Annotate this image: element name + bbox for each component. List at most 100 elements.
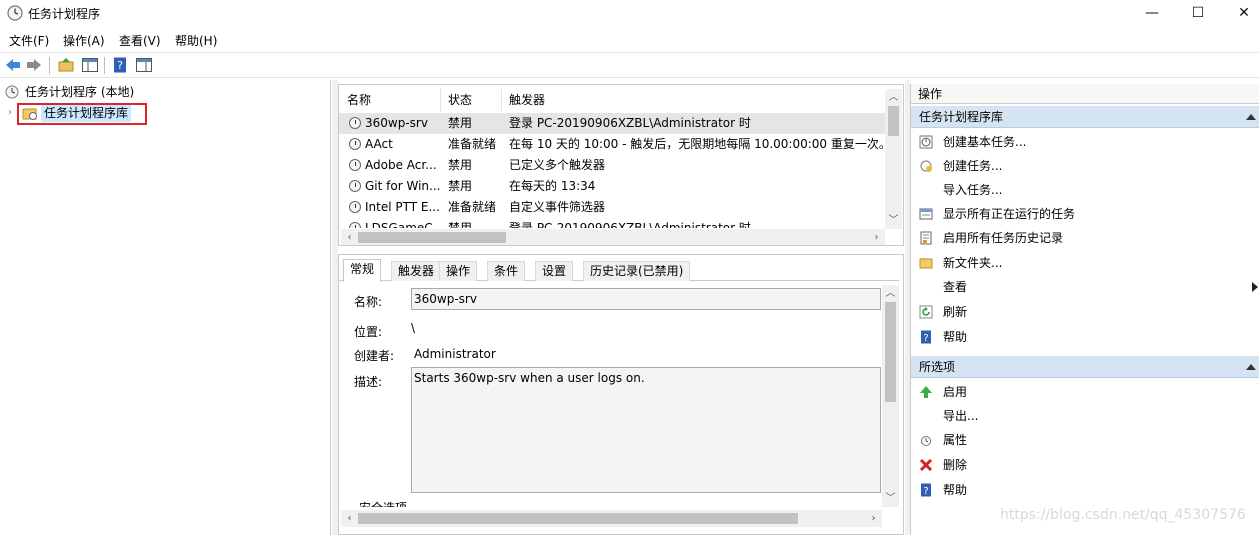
clock-icon	[5, 85, 19, 99]
watermark: https://blog.csdn.net/qq_45307576	[1000, 507, 1246, 523]
task-name: Adobe Acr...	[365, 158, 437, 172]
task-list: 名称 状态 触发器 360wp-srv 禁用 登录 PC-20190906XZB…	[338, 84, 904, 246]
scroll-right-icon[interactable]: ›	[868, 229, 885, 245]
action-import-task[interactable]: 导入任务...	[911, 178, 1259, 202]
refresh-icon	[919, 305, 933, 319]
action-create-basic-task[interactable]: 创建基本任务...	[911, 130, 1259, 154]
svg-text:?: ?	[923, 486, 928, 497]
tab-actions[interactable]: 操作	[439, 261, 478, 281]
column-header-status[interactable]: 状态	[442, 89, 502, 111]
menu-action[interactable]: 操作(A)	[63, 32, 105, 49]
action-refresh[interactable]: 刷新	[911, 300, 1259, 324]
center-pane: 名称 状态 触发器 360wp-srv 禁用 登录 PC-20190906XZB…	[338, 84, 904, 535]
scroll-down-icon[interactable]: ﹀	[882, 490, 899, 507]
scroll-right-icon[interactable]: ›	[865, 510, 882, 527]
action-show-running[interactable]: 显示所有正在运行的任务	[911, 202, 1259, 226]
section-library-header[interactable]: 任务计划程序库	[911, 106, 1259, 128]
clock-icon	[349, 138, 361, 150]
location-value: \	[411, 321, 416, 335]
collapse-icon[interactable]	[1246, 364, 1256, 370]
table-row[interactable]: AAct 准备就绪 在每 10 天的 10:00 - 触发后，无限期地每隔 10…	[339, 134, 885, 155]
task-status: 禁用	[448, 116, 473, 130]
scroll-down-icon[interactable]: ﹀	[885, 212, 902, 229]
scroll-left-icon[interactable]: ‹	[341, 229, 358, 245]
up-folder-icon[interactable]	[57, 56, 75, 74]
table-row[interactable]: 360wp-srv 禁用 登录 PC-20190906XZBL\Administ…	[339, 113, 885, 134]
action-delete[interactable]: 删除	[911, 453, 1259, 477]
enable-icon	[920, 386, 932, 398]
table-row[interactable]: Git for Win... 禁用 在每天的 13:34	[339, 176, 885, 197]
minimize-button[interactable]: —	[1129, 0, 1175, 28]
task-list-hscrollbar[interactable]: ‹ ›	[341, 229, 885, 245]
action-help-library[interactable]: ? 帮助	[911, 325, 1259, 349]
tab-triggers[interactable]: 触发器	[391, 261, 442, 281]
clock-icon	[349, 117, 361, 129]
submenu-arrow-icon	[1252, 282, 1258, 292]
action-properties[interactable]: 属性	[911, 428, 1259, 452]
menu-file[interactable]: 文件(F)	[9, 32, 49, 49]
clock-icon	[349, 159, 361, 171]
scroll-up-icon[interactable]: ︿	[882, 285, 899, 302]
clock-icon	[349, 180, 361, 192]
maximize-button[interactable]: ☐	[1175, 0, 1221, 28]
action-new-folder[interactable]: 新文件夹...	[911, 251, 1259, 275]
section-library-title: 任务计划程序库	[919, 110, 1004, 124]
tab-conditions[interactable]: 条件	[487, 261, 526, 281]
action-help-selected[interactable]: ? 帮助	[911, 478, 1259, 502]
task-trigger: 自定义事件筛选器	[509, 200, 606, 214]
task-status: 禁用	[448, 158, 473, 172]
show-hide-action-pane-icon[interactable]	[135, 56, 153, 74]
location-label: 位置:	[354, 325, 383, 339]
collapse-icon[interactable]	[1246, 114, 1256, 120]
column-header-trigger[interactable]: 触发器	[503, 89, 885, 111]
show-hide-tree-icon[interactable]	[81, 56, 99, 74]
details-hscrollbar[interactable]: ‹ ›	[341, 510, 882, 527]
details-vscrollbar[interactable]: ︿ ﹀	[882, 285, 899, 507]
section-selected-header[interactable]: 所选项	[911, 356, 1259, 378]
description-field[interactable]: Starts 360wp-srv when a user logs on.	[411, 367, 881, 493]
table-row[interactable]: LDSGameC... 禁用 登录 PC-20190906XZBL\Admini…	[339, 218, 885, 228]
help-icon[interactable]: ?	[111, 56, 129, 74]
action-enable-history[interactable]: 启用所有任务历史记录	[911, 226, 1259, 250]
navigation-tree: 任务计划程序 (本地) › 任务计划程序库	[0, 80, 331, 535]
task-name: Git for Win...	[365, 179, 441, 193]
create-task-icon	[920, 160, 932, 172]
scroll-thumb[interactable]	[358, 513, 798, 524]
security-options-label: 安全选项	[359, 499, 407, 507]
scroll-up-icon[interactable]: ︿	[885, 89, 902, 106]
task-status: 禁用	[448, 221, 473, 228]
tab-settings[interactable]: 设置	[535, 261, 574, 281]
tab-history[interactable]: 历史记录(已禁用)	[583, 261, 691, 281]
expand-chevron-icon[interactable]: ›	[8, 104, 12, 122]
action-view[interactable]: 查看	[911, 275, 1259, 299]
task-trigger: 登录 PC-20190906XZBL\Administrator 时	[509, 221, 751, 228]
menu-help[interactable]: 帮助(H)	[175, 32, 217, 49]
scroll-thumb[interactable]	[888, 106, 899, 136]
action-export[interactable]: 导出...	[911, 404, 1259, 428]
name-field[interactable]: 360wp-srv	[411, 288, 881, 310]
scroll-left-icon[interactable]: ‹	[341, 510, 358, 527]
task-status: 禁用	[448, 179, 473, 193]
table-row[interactable]: Adobe Acr... 禁用 已定义多个触发器	[339, 155, 885, 176]
task-list-vscrollbar[interactable]: ︿ ﹀	[885, 89, 902, 229]
back-icon[interactable]	[4, 56, 22, 74]
tab-general[interactable]: 常规	[343, 259, 382, 282]
forward-icon[interactable]	[25, 56, 43, 74]
task-name: LDSGameC...	[365, 221, 441, 228]
action-create-task[interactable]: 创建任务...	[911, 154, 1259, 178]
column-header-name[interactable]: 名称	[341, 89, 441, 111]
close-button[interactable]: ✕	[1221, 0, 1259, 28]
window-title: 任务计划程序	[28, 7, 101, 21]
actions-pane: 操作 任务计划程序库 创建基本任务... 创建任务... 导入任务... 显示所…	[910, 84, 1259, 535]
name-label: 名称:	[354, 295, 383, 309]
author-label: 创建者:	[354, 349, 395, 363]
task-trigger: 在每 10 天的 10:00 - 触发后，无限期地每隔 10.00:00:00 …	[509, 137, 885, 151]
scroll-thumb[interactable]	[885, 302, 896, 402]
scroll-thumb[interactable]	[358, 232, 506, 243]
toolbar: ?	[0, 52, 1259, 78]
action-enable[interactable]: 启用	[911, 380, 1259, 404]
menu-view[interactable]: 查看(V)	[119, 32, 161, 49]
task-name: Intel PTT E...	[365, 200, 440, 214]
help-icon: ?	[921, 483, 931, 497]
table-row[interactable]: Intel PTT E... 准备就绪 自定义事件筛选器	[339, 197, 885, 218]
